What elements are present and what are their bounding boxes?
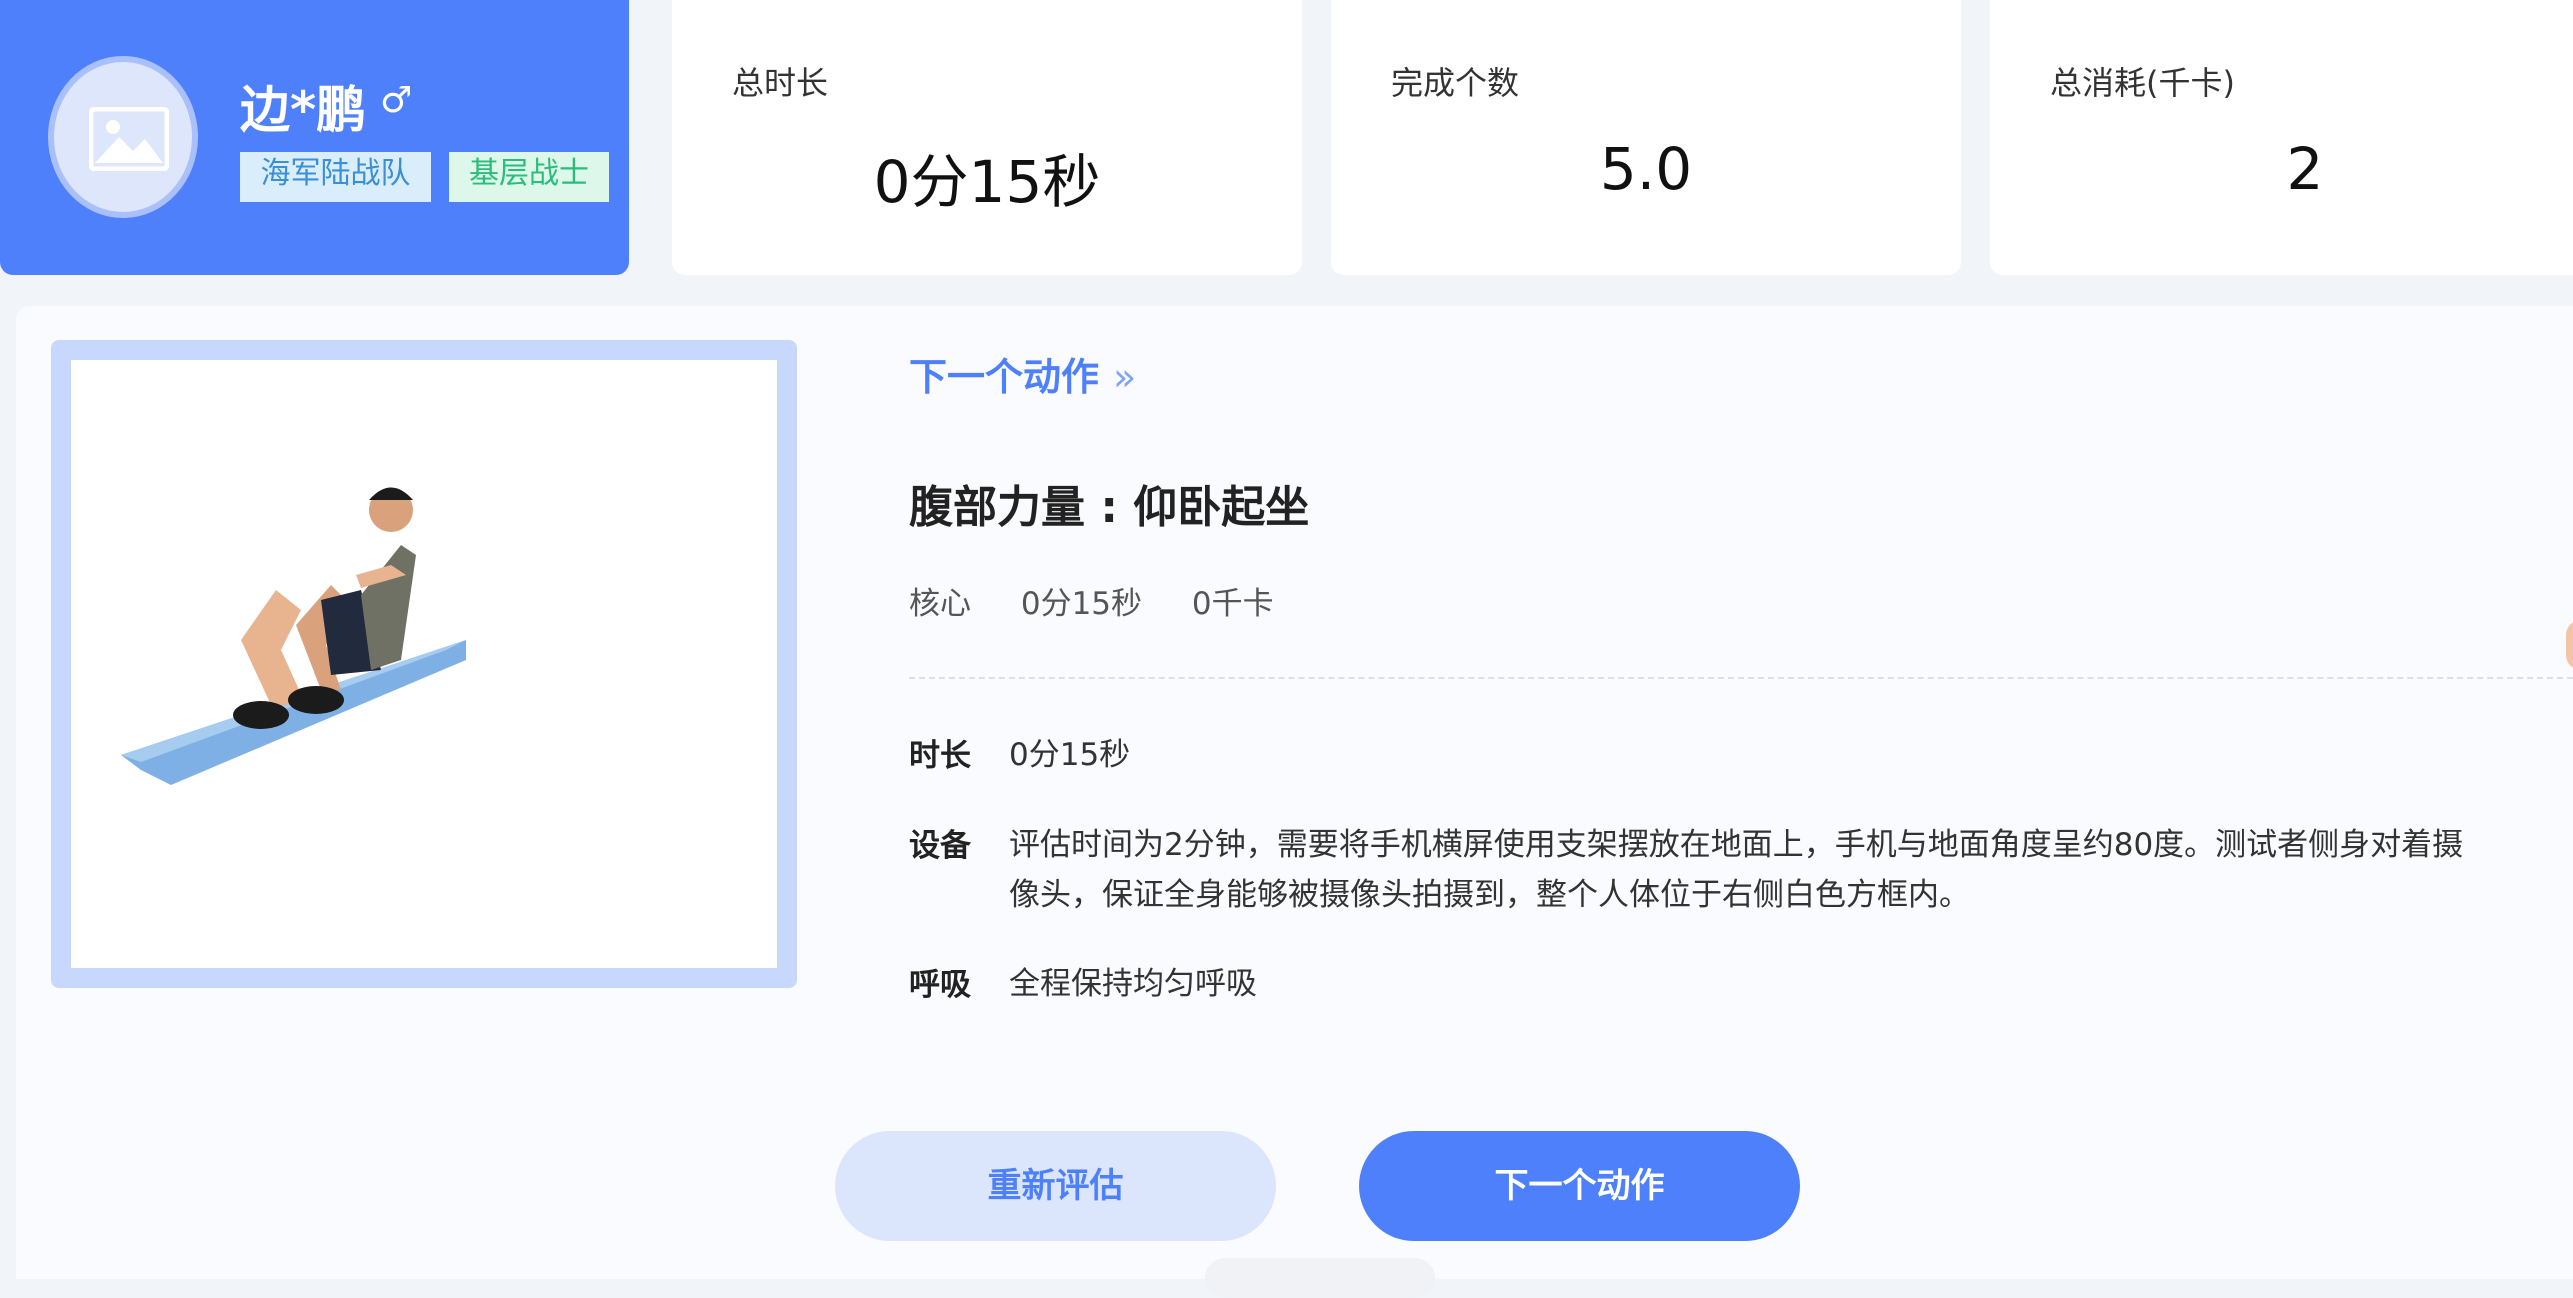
bottom-handle[interactable] — [1205, 1258, 1435, 1298]
duration-value: 0分15秒 — [1009, 737, 1131, 773]
exercise-time: 0分15秒 — [1020, 586, 1143, 622]
exercise-meta-row: 核心 0分15秒 0千卡 — [909, 578, 1314, 623]
unit-tag: 海军陆战队 — [240, 152, 431, 202]
duration-label: 时长 — [909, 738, 971, 774]
total-calories-card: 总消耗(千卡) 2 — [1990, 0, 2573, 275]
completed-count-card: 完成个数 5.0 — [1331, 0, 1961, 275]
exercise-detail-card: 下一个动作 » 腹部力量 : 仰卧起坐 核心 0分15秒 0千卡 时长 0分15秒… — [16, 306, 2573, 1279]
exercise-title: 腹部力量 : 仰卧起坐 — [909, 482, 1310, 533]
next-action-button[interactable]: 下一个动作 — [1359, 1131, 1800, 1241]
total-duration-value: 0分15秒 — [873, 148, 1101, 216]
exercise-image-frame — [51, 340, 797, 988]
total-duration-label: 总时长 — [732, 64, 829, 102]
exercise-demo-image — [71, 360, 777, 968]
divider — [909, 677, 2573, 679]
next-action-link[interactable]: 下一个动作 » — [909, 346, 1136, 401]
total-calories-value: 2 — [2286, 135, 2324, 203]
total-duration-card: 总时长 0分15秒 — [672, 0, 1302, 275]
floating-side-handle[interactable] — [2566, 620, 2573, 670]
avatar[interactable] — [48, 56, 198, 218]
equipment-value: 评估时间为2分钟，需要将手机横屏使用支架摆放在地面上，手机与地面角度呈约80度。… — [1009, 827, 2464, 913]
male-gender-icon: ♂ — [380, 80, 413, 121]
situp-illustration — [121, 487, 466, 785]
total-calories-label: 总消耗(千卡) — [2050, 64, 2235, 102]
next-action-link-label: 下一个动作 — [909, 355, 1100, 399]
breathing-value: 全程保持均匀呼吸 — [1009, 966, 1257, 1002]
breathing-label: 呼吸 — [909, 967, 971, 1003]
role-tag: 基层战士 — [449, 152, 609, 202]
exercise-calories: 0千卡 — [1191, 586, 1274, 622]
exercise-category: 核心 — [909, 586, 971, 622]
reassess-button[interactable]: 重新评估 — [835, 1131, 1276, 1241]
double-chevron-right-icon: » — [1113, 355, 1137, 399]
equipment-label: 设备 — [909, 828, 971, 864]
completed-count-label: 完成个数 — [1391, 64, 1520, 102]
completed-count-value: 5.0 — [1599, 135, 1693, 203]
user-profile-card: 边*鹏 ♂ 海军陆战队 基层战士 — [0, 0, 629, 275]
image-placeholder-icon — [89, 107, 169, 171]
user-name: 边*鹏 — [240, 81, 367, 139]
